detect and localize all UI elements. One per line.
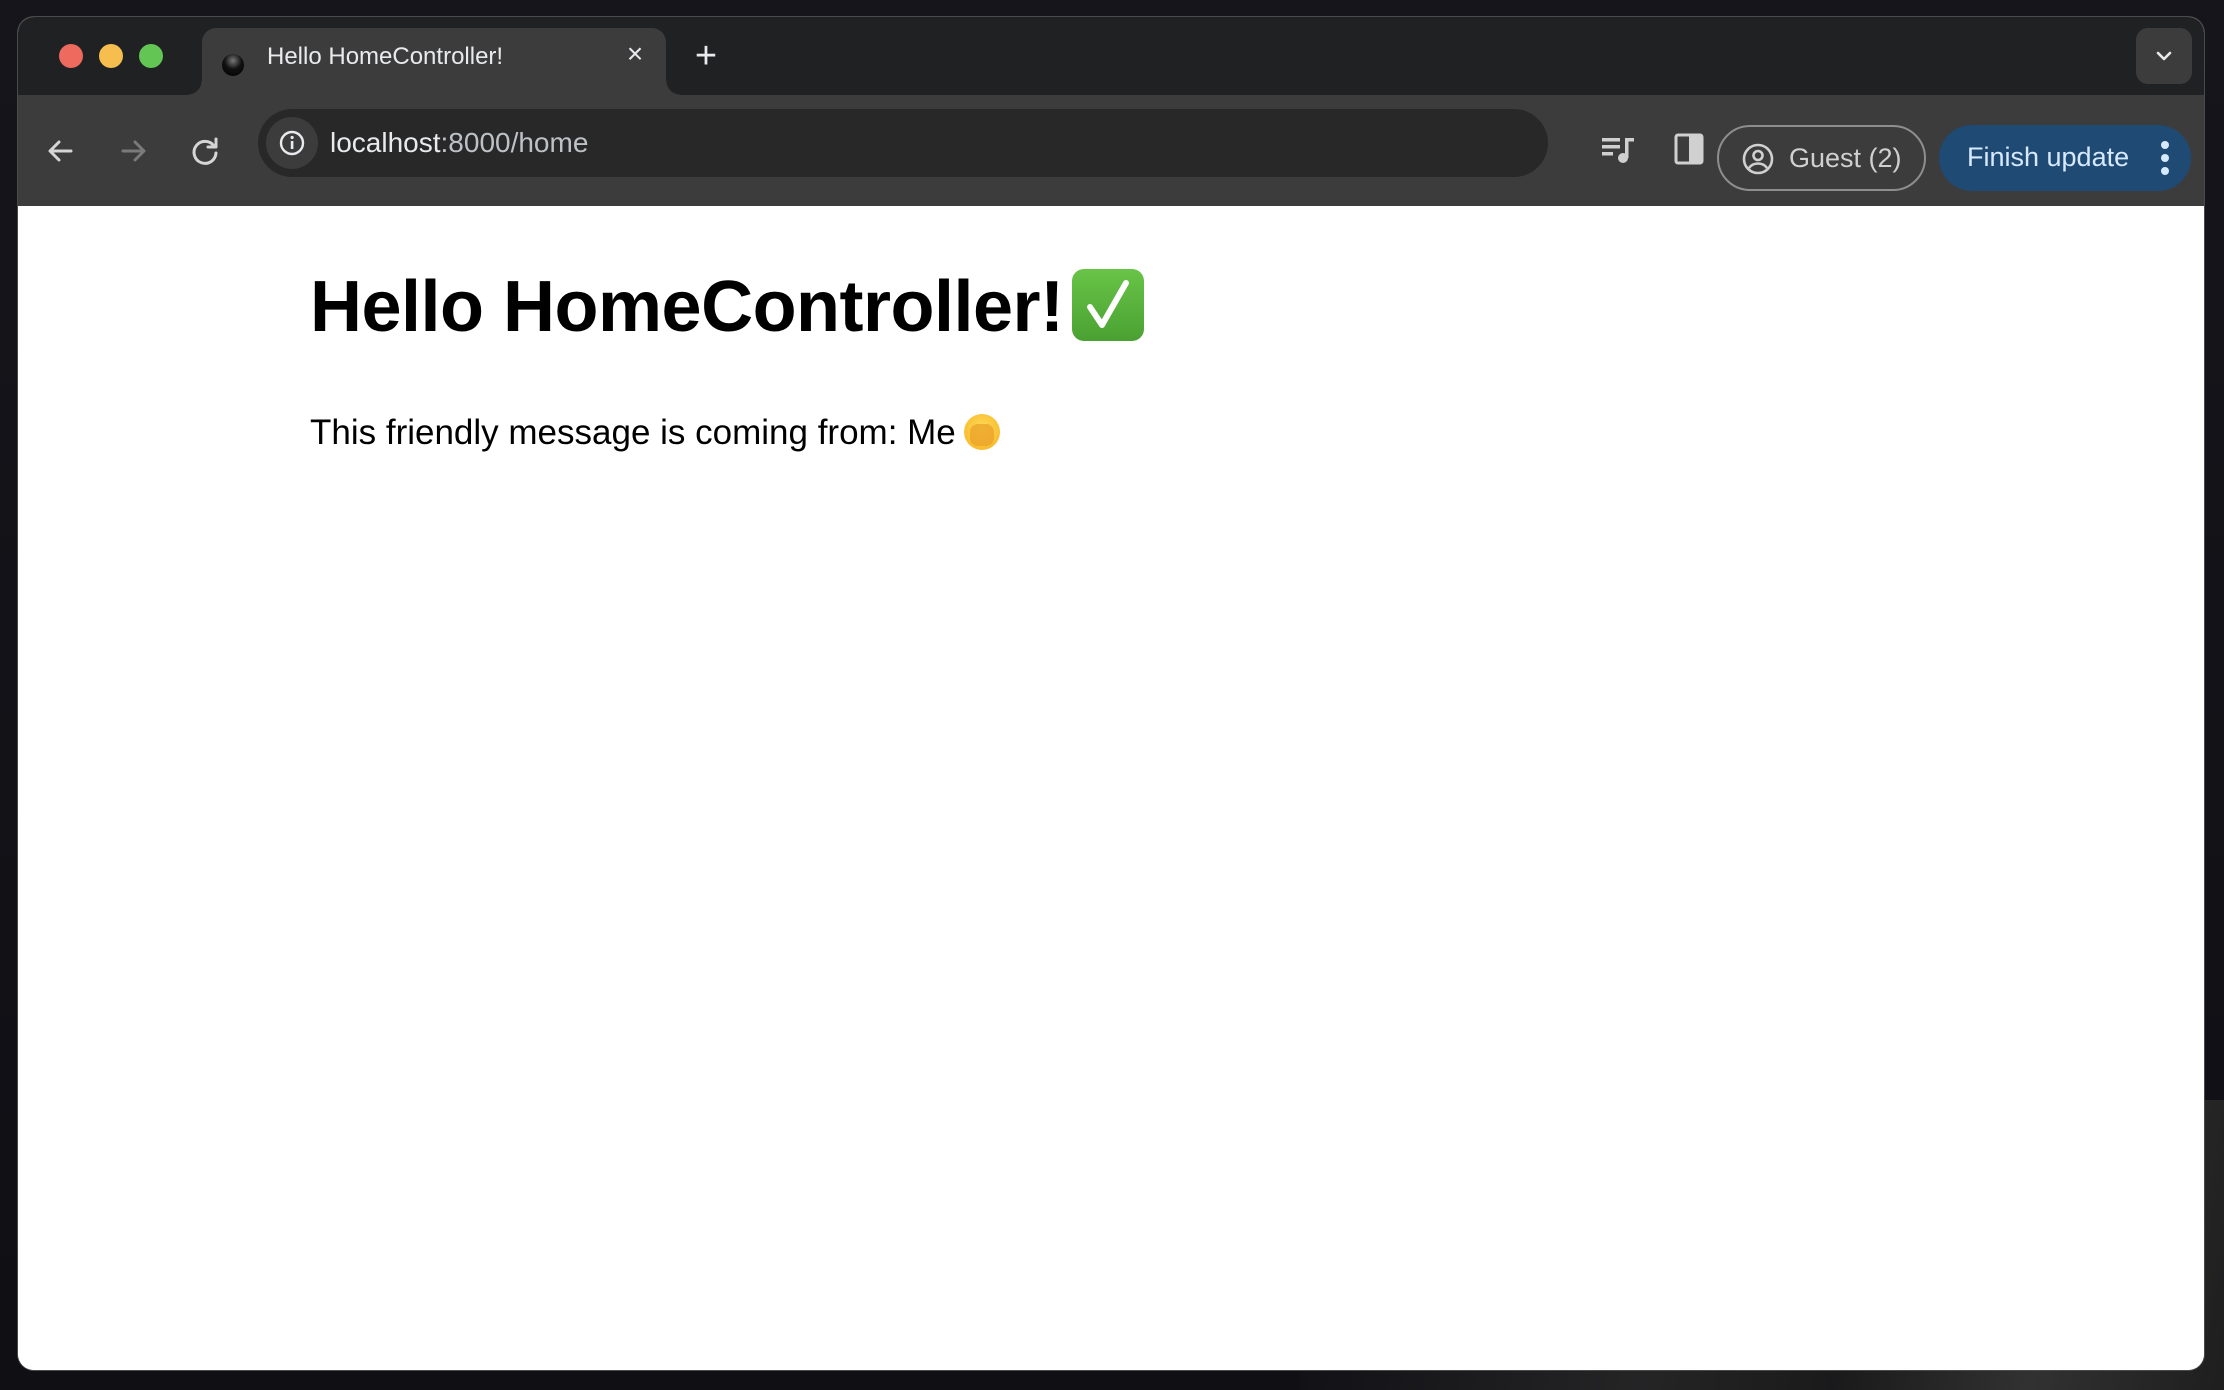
- tab-hello-homecontroller[interactable]: Hello HomeController! ×: [188, 28, 680, 95]
- side-panel-icon: [1674, 133, 1704, 165]
- tab-search-button[interactable]: [2136, 28, 2192, 84]
- info-icon: [279, 130, 305, 156]
- face-with-peeking-eye-icon: [963, 414, 1000, 450]
- site-info-button[interactable]: [266, 117, 318, 169]
- account-circle-icon: [1742, 143, 1774, 175]
- url-text[interactable]: localhost:8000/home: [330, 125, 588, 161]
- reload-icon: [192, 137, 218, 165]
- more-vert-icon[interactable]: [2157, 139, 2173, 177]
- close-window-button[interactable]: [59, 44, 83, 68]
- forward-button[interactable]: [111, 129, 155, 173]
- arrow-left-icon: [48, 140, 73, 162]
- page-heading: Hello HomeController!: [310, 262, 1144, 352]
- profile-label: Guest (2): [1789, 143, 1902, 173]
- media-queue-icon: [1602, 138, 1634, 163]
- toolbar: localhost:8000/home Guest (2) Finish upd…: [18, 95, 2204, 206]
- chevron-down-icon: [2156, 51, 2172, 61]
- message-text: This friendly message is coming from: Me: [310, 413, 956, 452]
- close-icon[interactable]: ×: [620, 39, 650, 69]
- heading-text: Hello HomeController!: [310, 267, 1064, 347]
- url-path: :8000/home: [440, 127, 589, 158]
- arrow-right-icon: [121, 140, 146, 162]
- page-content: Hello HomeController! This friendly mess…: [18, 206, 2204, 1370]
- plus-icon: +: [694, 35, 718, 77]
- tab-title: Hello HomeController!: [267, 43, 504, 70]
- address-bar[interactable]: localhost:8000/home: [258, 109, 1548, 177]
- url-host: localhost: [330, 127, 441, 158]
- back-button[interactable]: [39, 129, 83, 173]
- minimize-window-button[interactable]: [99, 44, 123, 68]
- maximize-window-button[interactable]: [139, 44, 163, 68]
- profile-button[interactable]: Guest (2): [1717, 125, 1926, 191]
- page-message: This friendly message is coming from: Me: [310, 411, 1000, 455]
- check-mark-icon: [1071, 269, 1144, 341]
- reload-button[interactable]: [183, 129, 227, 173]
- media-control-button[interactable]: [1598, 129, 1638, 169]
- finish-update-label: Finish update: [1967, 142, 2130, 172]
- tab-strip: Hello HomeController! × +: [18, 17, 2204, 95]
- favicon-icon: [222, 54, 244, 76]
- new-tab-button[interactable]: +: [686, 37, 726, 77]
- browser-window: Hello HomeController! × + localhost:8000…: [18, 17, 2204, 1370]
- finish-update-button[interactable]: Finish update: [1939, 125, 2191, 191]
- side-panel-button[interactable]: [1669, 129, 1709, 169]
